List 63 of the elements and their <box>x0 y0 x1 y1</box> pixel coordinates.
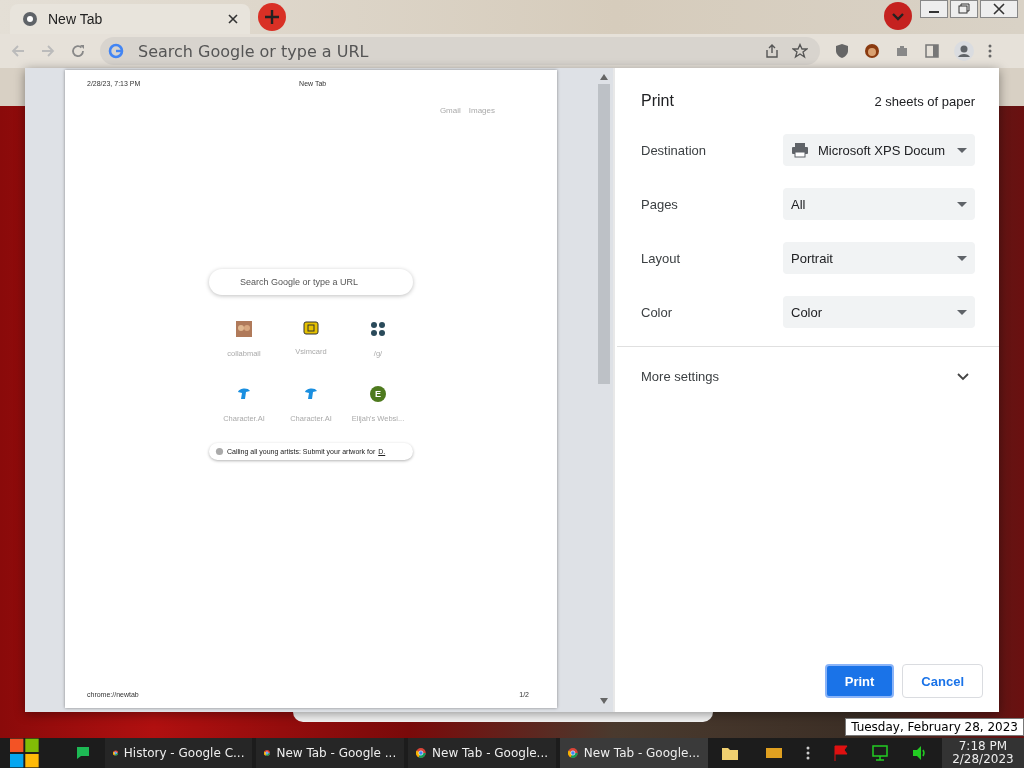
setting-dropdown[interactable]: All <box>783 188 975 220</box>
close-icon[interactable] <box>228 14 238 24</box>
close-icon[interactable] <box>980 0 1018 18</box>
scroll-up-icon[interactable] <box>600 74 608 80</box>
side-panel-icon[interactable] <box>924 43 940 59</box>
taskbar-window[interactable]: New Tab - Google ... <box>256 738 405 768</box>
avatar-icon[interactable] <box>864 43 880 59</box>
tab-title: New Tab <box>48 11 104 27</box>
print-title: Print <box>641 92 674 110</box>
more-icon[interactable] <box>805 745 810 761</box>
network-icon[interactable] <box>871 745 888 761</box>
setting-dropdown[interactable]: Portrait <box>783 242 975 274</box>
cancel-button[interactable]: Cancel <box>902 664 983 698</box>
chrome-icon <box>416 745 426 761</box>
setting-label: Destination <box>641 142 707 158</box>
restore-icon[interactable] <box>950 0 978 18</box>
setting-label: Pages <box>641 196 678 212</box>
tab-search-icon[interactable] <box>884 1 912 30</box>
dropdown-caret-icon <box>957 201 967 207</box>
more-settings-toggle[interactable]: More settings <box>617 369 999 384</box>
taskbar-window[interactable]: New Tab - Google... <box>408 738 557 768</box>
dropdown-caret-icon <box>957 309 967 315</box>
folder-icon[interactable] <box>721 746 738 760</box>
windows-start-icon[interactable] <box>10 738 39 768</box>
extensions-icon[interactable] <box>894 43 910 59</box>
chrome-icon <box>22 11 38 27</box>
chrome-icon <box>568 745 578 761</box>
dropdown-caret-icon <box>957 147 967 153</box>
robot-icon <box>303 386 319 402</box>
shield-icon[interactable] <box>834 43 850 59</box>
flag-icon[interactable] <box>833 745 848 761</box>
dropdown-caret-icon <box>957 255 967 261</box>
google-icon <box>108 43 124 59</box>
star-icon[interactable] <box>792 43 808 59</box>
print-button[interactable]: Print <box>824 664 895 698</box>
share-icon[interactable] <box>764 43 780 59</box>
menu-icon[interactable] <box>988 43 992 59</box>
browser-tab[interactable]: New Tab <box>10 4 250 34</box>
scroll-down-icon[interactable] <box>600 698 608 704</box>
address-bar[interactable]: Search Google or type a URL <box>100 37 820 65</box>
reload-icon[interactable] <box>70 43 86 59</box>
clover-icon <box>370 321 386 337</box>
letter-avatar: E <box>370 386 386 402</box>
photo-thumbnail-icon <box>236 321 252 337</box>
minimize-icon[interactable] <box>920 0 948 18</box>
date-tooltip: Tuesday, February 28, 2023 <box>845 718 1024 736</box>
chevron-icon <box>957 372 969 381</box>
taskbar-window[interactable]: New Tab - Google... <box>560 738 708 768</box>
speaker-icon[interactable] <box>911 745 928 761</box>
printer-icon <box>791 142 809 158</box>
taskbar-window[interactable]: History - Google C... <box>104 738 253 768</box>
profile-icon[interactable] <box>954 41 974 61</box>
chat-app-icon[interactable] <box>74 745 91 761</box>
sheet-count: 2 sheets of paper <box>874 93 975 109</box>
keyboard-icon[interactable] <box>765 748 782 758</box>
setting-dropdown[interactable]: Color <box>783 296 975 328</box>
sim-card-icon <box>303 321 319 335</box>
setting-label: Color <box>641 304 673 320</box>
clock[interactable]: 7:18 PM 2/28/2023 <box>941 738 1024 768</box>
setting-label: Layout <box>641 250 681 266</box>
new-tab-icon[interactable] <box>258 3 286 31</box>
setting-dropdown[interactable]: Microsoft XPS Docum <box>783 134 975 166</box>
robot-icon <box>236 386 252 402</box>
